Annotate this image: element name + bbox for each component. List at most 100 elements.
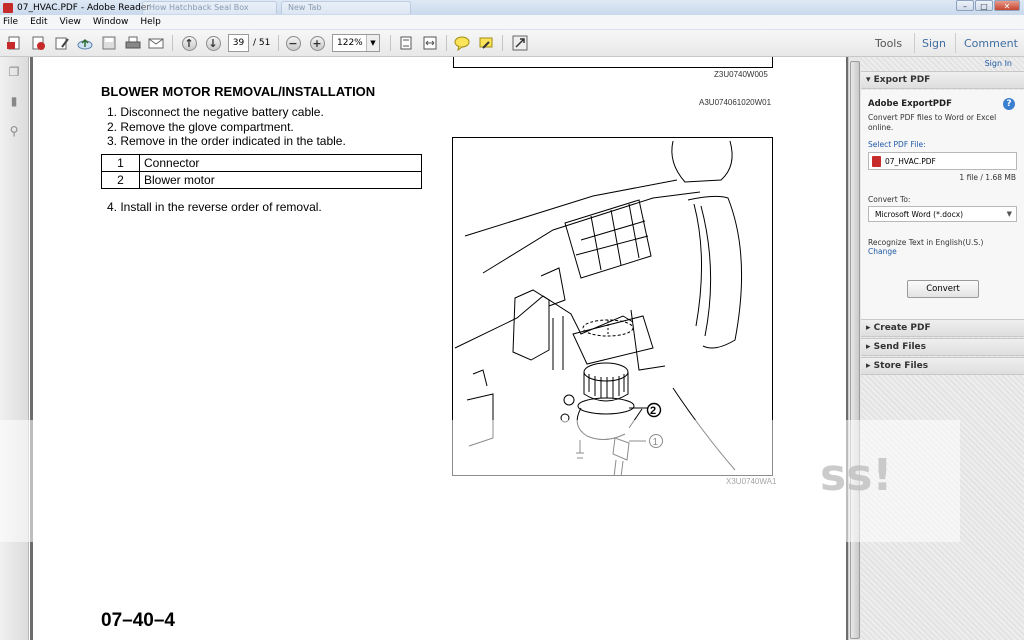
menu-edit[interactable]: Edit: [30, 17, 47, 27]
upload-cloud-icon[interactable]: [76, 35, 94, 51]
scrollbar-thumb[interactable]: [850, 61, 860, 639]
toolbar-separator: [390, 35, 391, 51]
background-browser-tab: New Tab: [281, 1, 411, 14]
menu-file[interactable]: File: [3, 17, 18, 27]
convert-to-select[interactable]: Microsoft Word (*.docx) ▼: [868, 206, 1017, 222]
maximize-button[interactable]: □: [975, 0, 993, 11]
page-footer-number: 07–40–4: [101, 610, 175, 631]
vertical-scrollbar[interactable]: [848, 57, 861, 640]
close-button[interactable]: ✕: [994, 0, 1020, 11]
window-title: 07_HVAC.PDF - Adobe Reader: [17, 2, 151, 13]
export-pdf-body: Adobe ExportPDF ? Convert PDF files to W…: [861, 90, 1024, 319]
table-cell-number: 2: [101, 171, 140, 189]
highlight-icon[interactable]: [477, 35, 495, 51]
table-cell-number: 1: [101, 154, 140, 172]
figure-code-top: Z3U0740W005: [714, 70, 768, 79]
send-files-header[interactable]: ▸ Send Files: [861, 338, 1024, 356]
create-pdf-header[interactable]: ▸ Create PDF: [861, 319, 1024, 337]
adobe-exportpdf-title: Adobe ExportPDF: [868, 99, 952, 109]
previous-figure-frame: [453, 57, 773, 68]
document-area: Z3U0740W005 BLOWER MOTOR REMOVAL/INSTALL…: [30, 57, 848, 640]
page-number-input[interactable]: 39: [228, 34, 249, 52]
navigation-pane: ❐ ▮ ⚲: [0, 57, 29, 640]
print-icon[interactable]: [124, 35, 142, 51]
convert-button[interactable]: Convert: [907, 280, 979, 298]
window-controls: – □ ✕: [956, 0, 1020, 11]
menu-view[interactable]: View: [60, 17, 81, 27]
toolbar: ↑ ↓ − +: [0, 30, 1024, 57]
blower-motor-illustration: 2 1: [454, 140, 743, 475]
create-pdf-online-icon[interactable]: [29, 35, 47, 51]
expand-icon[interactable]: [511, 35, 529, 51]
fit-width-icon[interactable]: [421, 35, 439, 51]
selected-file-name: 07_HVAC.PDF: [885, 157, 936, 166]
chevron-down-icon: ▼: [1006, 210, 1012, 218]
table-cell-part: Connector: [139, 154, 422, 172]
background-browser-tab: How Hatchback Seal Box: [142, 1, 277, 14]
step-2: 2. Remove the glove compartment.: [107, 120, 294, 134]
table-cell-part: Blower motor: [139, 171, 422, 189]
parts-table: 1 Connector 2 Blower motor: [101, 154, 422, 189]
menu-help[interactable]: Help: [140, 17, 161, 27]
table-row: 1 Connector: [101, 154, 422, 172]
expand-arrow-icon: ▸: [866, 323, 874, 333]
attachments-icon[interactable]: ⚲: [7, 124, 21, 138]
change-language-link[interactable]: Change: [868, 247, 897, 256]
expand-arrow-icon: ▸: [866, 342, 874, 352]
help-icon[interactable]: ?: [1003, 98, 1015, 110]
bookmarks-icon[interactable]: ▮: [7, 94, 21, 108]
store-files-header[interactable]: ▸ Store Files: [861, 357, 1024, 375]
blower-motor-figure: 2 1: [452, 137, 773, 476]
expand-arrow-icon: ▸: [866, 361, 874, 371]
zoom-value: 122%: [337, 38, 363, 48]
edit-document-icon[interactable]: [53, 35, 71, 51]
menu-window[interactable]: Window: [93, 17, 129, 27]
export-pdf-header[interactable]: ▾ Export PDF: [861, 71, 1024, 89]
page-thumbnails-icon[interactable]: ❐: [7, 65, 21, 79]
store-files-label: Store Files: [873, 361, 929, 371]
chevron-down-icon[interactable]: ▼: [366, 35, 379, 51]
zoom-in-icon[interactable]: +: [308, 35, 326, 51]
fit-page-icon[interactable]: [397, 35, 415, 51]
next-page-icon[interactable]: ↓: [204, 35, 222, 51]
convert-to-label: Convert To:: [868, 195, 911, 204]
convert-to-value: Microsoft Word (*.docx): [875, 210, 964, 219]
figure-code: X3U0740WA1: [726, 477, 777, 486]
recognize-text: Recognize Text in English(U.S.): [868, 238, 984, 247]
export-pdf-label: Export PDF: [873, 75, 931, 85]
page-total: / 51: [253, 38, 271, 48]
create-pdf-icon[interactable]: [5, 35, 23, 51]
callout-2-label: 2: [650, 405, 656, 417]
step-1: 1. Disconnect the negative battery cable…: [107, 105, 324, 119]
pdf-page: Z3U0740W005 BLOWER MOTOR REMOVAL/INSTALL…: [33, 57, 846, 640]
toolbar-separator: [502, 35, 503, 51]
toolbar-separator: [172, 35, 173, 51]
file-info: 1 file / 1.68 MB: [959, 173, 1016, 182]
sign-in-link[interactable]: Sign In: [985, 59, 1012, 68]
selected-file-field[interactable]: 07_HVAC.PDF: [868, 152, 1017, 170]
reference-code: A3U074061020W01: [699, 98, 772, 107]
callout-1-label: 1: [653, 437, 659, 448]
tools-button[interactable]: Tools: [875, 37, 902, 50]
toolbar-separator: [914, 33, 915, 53]
toolbar-separator: [955, 33, 956, 53]
zoom-select[interactable]: 122% ▼: [332, 34, 380, 52]
step-3: 3. Remove in the order indicated in the …: [107, 134, 346, 148]
minimize-button[interactable]: –: [956, 0, 974, 11]
comment-button[interactable]: Comment: [964, 37, 1018, 50]
send-files-label: Send Files: [873, 342, 927, 352]
create-pdf-label: Create PDF: [873, 323, 931, 333]
step-4: 4. Install in the reverse order of remov…: [107, 200, 322, 214]
sign-button[interactable]: Sign: [922, 37, 946, 50]
select-pdf-label[interactable]: Select PDF File:: [868, 140, 926, 149]
zoom-out-icon[interactable]: −: [284, 35, 302, 51]
adobe-reader-icon: [3, 2, 13, 13]
export-description: Convert PDF files to Word or Excel onlin…: [868, 113, 997, 132]
toolbar-separator: [446, 35, 447, 51]
save-icon[interactable]: [100, 35, 118, 51]
toolbar-separator: [278, 35, 279, 51]
collapse-arrow-icon: ▾: [866, 75, 874, 85]
comment-bubble-icon[interactable]: [453, 35, 471, 51]
previous-page-icon[interactable]: ↑: [180, 35, 198, 51]
email-icon[interactable]: [147, 35, 165, 51]
